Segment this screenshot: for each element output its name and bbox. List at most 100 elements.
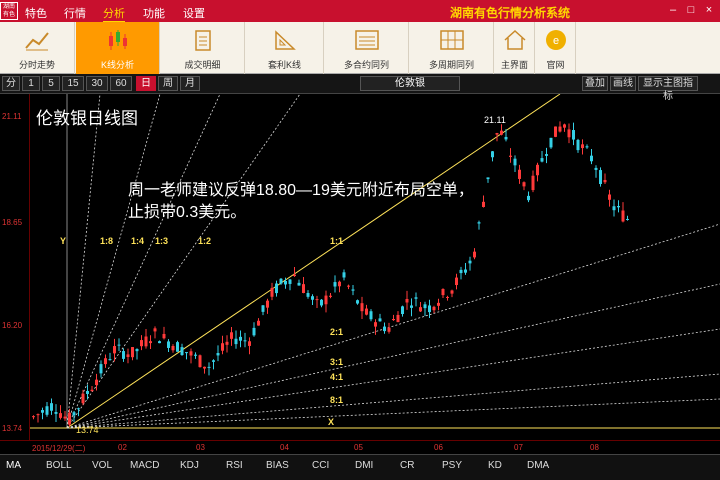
candle-body — [63, 416, 67, 419]
price-chart[interactable] — [0, 94, 720, 440]
indicator-tab[interactable]: DMI — [355, 460, 373, 471]
candle-body — [149, 341, 152, 344]
gann-fan-label: 8:1 — [330, 395, 344, 405]
candle-body — [36, 414, 40, 416]
candle-body — [441, 288, 445, 296]
candle-body — [432, 306, 436, 311]
period-button-60[interactable]: 60 — [110, 76, 132, 91]
menu-item-function[interactable]: 功能 — [143, 5, 165, 21]
period-button-30[interactable]: 30 — [86, 76, 108, 91]
candle-body — [486, 177, 490, 180]
gann-fan-line — [66, 398, 720, 429]
candle-body — [356, 300, 359, 304]
maximize-icon[interactable]: □ — [684, 3, 698, 17]
period-button-1[interactable]: 1 — [22, 76, 40, 91]
overlay-button[interactable]: 叠加 — [582, 76, 608, 91]
period-button-5[interactable]: 5 — [42, 76, 60, 91]
toolbar-button-multi-contract[interactable]: 多合约同列 — [325, 22, 409, 74]
show-indicator-button[interactable]: 显示主图指标 — [638, 76, 698, 102]
candle-body — [261, 305, 265, 312]
toolbar-button-arbitrage[interactable]: 套利K线 — [246, 22, 324, 74]
indicator-tab[interactable]: RSI — [226, 460, 243, 471]
candle-body — [180, 347, 184, 356]
toolbar-button-intraday[interactable]: 分时走势 — [0, 22, 75, 74]
candle-body — [158, 341, 161, 344]
candle-body — [315, 299, 319, 301]
candle-body — [549, 137, 553, 148]
indicator-tab[interactable]: BIAS — [266, 460, 289, 471]
candle-body — [266, 300, 269, 308]
candle-body — [347, 285, 350, 287]
toolbar: 分时走势 K线分析 成交明细 套利K线 多合约同列 多周期同列 主界面 e 官网 — [0, 22, 720, 74]
x-tick-label: 03 — [196, 443, 205, 452]
candle-body — [81, 393, 85, 404]
period-button-month[interactable]: 月 — [180, 76, 200, 91]
minimize-icon[interactable]: – — [666, 3, 680, 17]
candle-body — [455, 277, 458, 286]
candle-body — [86, 390, 89, 394]
menu-item-settings[interactable]: 设置 — [183, 5, 205, 21]
candle-body — [581, 144, 584, 149]
indicator-tab[interactable]: MACD — [130, 460, 159, 471]
candle-body — [32, 416, 35, 418]
toolbar-button-trades[interactable]: 成交明细 — [161, 22, 245, 74]
candle-body — [230, 332, 233, 339]
candle-body — [572, 130, 575, 140]
candle-body — [540, 158, 544, 162]
candle-body — [383, 326, 386, 332]
symbol-field[interactable]: 伦敦银 — [360, 76, 460, 91]
candle-body — [108, 359, 112, 361]
candle-body — [198, 355, 202, 368]
toolbar-button-multi-period[interactable]: 多周期同列 — [410, 22, 494, 74]
toolbar-label: K线分析 — [100, 60, 134, 70]
candle-body — [68, 412, 71, 425]
candle-body — [405, 298, 409, 303]
toolbar-button-kline[interactable]: K线分析 — [76, 22, 160, 74]
candle-body — [401, 306, 404, 315]
candle-body — [221, 343, 224, 351]
period-button-minute[interactable]: 分 — [2, 76, 20, 91]
gann-fan-label: 1:4 — [131, 236, 145, 246]
x-marker-label: X — [328, 417, 335, 427]
menu-item-analysis[interactable]: 分析 — [103, 5, 125, 23]
candle-body — [509, 155, 512, 157]
candle-body — [545, 154, 548, 156]
candle-body — [59, 413, 62, 418]
candle-body — [203, 366, 206, 369]
indicator-tab[interactable]: DMA — [527, 460, 549, 471]
toolbar-button-home[interactable]: 主界面 — [495, 22, 535, 74]
candle-body — [423, 304, 427, 309]
indicator-tab[interactable]: KD — [488, 460, 502, 471]
candle-body — [617, 206, 620, 208]
indicator-tab[interactable]: PSY — [442, 460, 462, 471]
candle-body — [302, 284, 305, 293]
period-button-15[interactable]: 15 — [62, 76, 84, 91]
gann-fan-label: 1:3 — [155, 236, 169, 246]
candle-body — [122, 351, 125, 359]
trend-line-icon — [25, 32, 49, 51]
indicator-tab[interactable]: BOLL — [46, 460, 72, 471]
toolbar-label: 多合约同列 — [343, 60, 389, 70]
draw-line-button[interactable]: 画线 — [610, 76, 636, 91]
gann-fan-line — [66, 94, 301, 429]
candle-body — [306, 293, 310, 297]
indicator-tab[interactable]: VOL — [92, 460, 112, 471]
menu-item-special[interactable]: 特色 — [25, 5, 47, 21]
indicator-tab[interactable]: KDJ — [180, 460, 199, 471]
close-icon[interactable]: × — [702, 3, 716, 17]
candle-body — [284, 281, 287, 285]
indicator-tab[interactable]: CR — [400, 460, 414, 471]
candle-body — [527, 195, 530, 201]
indicator-tab[interactable]: CCI — [312, 460, 329, 471]
period-button-day[interactable]: 日 — [136, 76, 156, 91]
candle-body — [360, 303, 364, 312]
gann-fan-label: 4:1 — [330, 372, 344, 382]
candle-body — [599, 170, 602, 185]
analyst-annotation: 周一老师建议反弹18.80—19美元附近布局空单， 止损带0.3美元。 — [128, 180, 474, 224]
candle-body — [500, 130, 503, 135]
indicator-tab[interactable]: MA — [6, 460, 21, 471]
candle-body — [293, 274, 296, 277]
period-button-week[interactable]: 周 — [158, 76, 178, 91]
toolbar-button-website[interactable]: e 官网 — [536, 22, 576, 74]
menu-item-market[interactable]: 行情 — [64, 5, 86, 21]
